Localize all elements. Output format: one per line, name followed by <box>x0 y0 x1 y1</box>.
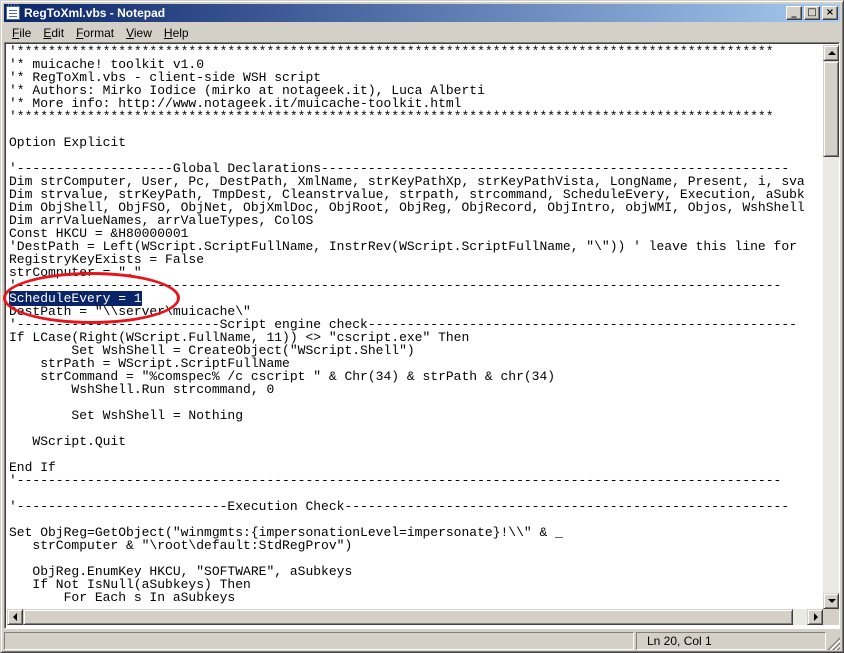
window-title: RegToXml.vbs - Notepad <box>24 6 166 20</box>
scrollbar-corner <box>823 609 839 625</box>
text-editor[interactable]: '***************************************… <box>4 42 840 629</box>
code-line[interactable]: '---------------------------------------… <box>9 474 823 487</box>
minimize-icon: _ <box>791 7 797 18</box>
horizontal-scrollbar[interactable] <box>7 609 823 625</box>
horizontal-scroll-thumb[interactable] <box>23 609 793 625</box>
maximize-icon: □ <box>807 7 817 18</box>
status-bar: Ln 20, Col 1 <box>4 631 840 650</box>
menu-view[interactable]: View <box>120 26 158 40</box>
vertical-scrollbar[interactable] <box>823 45 839 609</box>
maximize-button[interactable]: □ <box>804 6 820 20</box>
code-line[interactable] <box>9 123 823 136</box>
close-button[interactable]: × <box>822 6 838 20</box>
code-line[interactable]: WshShell.Run strcommand, 0 <box>9 383 823 396</box>
notepad-icon[interactable] <box>6 4 20 20</box>
scroll-up-arrow-icon[interactable] <box>823 45 839 61</box>
code-line[interactable]: Option Explicit <box>9 136 823 149</box>
code-line[interactable] <box>9 448 823 461</box>
title-bar[interactable]: RegToXml.vbs - Notepad _ □ × <box>4 4 840 22</box>
minimize-button[interactable]: _ <box>786 6 802 20</box>
code-line[interactable]: WScript.Quit <box>9 435 823 448</box>
close-icon: × <box>825 7 835 18</box>
scroll-left-arrow-icon[interactable] <box>7 609 23 625</box>
scroll-down-arrow-icon[interactable] <box>823 593 839 609</box>
code-line[interactable]: Set WshShell = Nothing <box>9 409 823 422</box>
menu-format[interactable]: Format <box>70 26 120 40</box>
menu-edit[interactable]: Edit <box>37 26 70 40</box>
status-pane-main <box>4 632 634 650</box>
cursor-position: Ln 20, Col 1 <box>636 632 826 650</box>
menu-help[interactable]: Help <box>158 26 195 40</box>
vertical-scroll-thumb[interactable] <box>823 61 839 157</box>
code-line[interactable]: '---------------------------Execution Ch… <box>9 500 823 513</box>
code-line[interactable]: strComputer & "\root\default:StdRegProv"… <box>9 539 823 552</box>
code-line[interactable]: '***************************************… <box>9 110 823 123</box>
menu-file[interactable]: File <box>6 26 37 40</box>
scroll-right-arrow-icon[interactable] <box>807 609 823 625</box>
menu-bar: File Edit Format View Help <box>4 23 840 42</box>
code-line[interactable] <box>9 422 823 435</box>
notepad-window: RegToXml.vbs - Notepad _ □ × File Edit F… <box>0 0 844 653</box>
code-line[interactable]: For Each s In aSubkeys <box>9 591 823 604</box>
resize-grip-icon[interactable] <box>826 636 840 650</box>
text-area[interactable]: '***************************************… <box>7 45 823 608</box>
